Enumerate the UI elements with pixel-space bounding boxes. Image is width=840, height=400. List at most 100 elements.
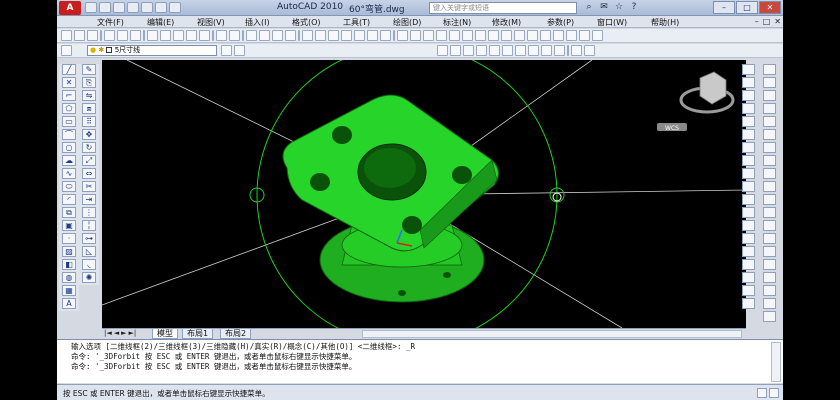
drawing-canvas[interactable]: WCS <box>102 60 746 328</box>
circle-icon[interactable]: ○ <box>62 142 76 153</box>
dim-help-icon[interactable] <box>554 45 565 56</box>
favorites-icon[interactable]: ☆ <box>613 2 625 13</box>
undo-icon[interactable] <box>216 30 227 41</box>
menu-parametric[interactable]: 参数(P) <box>547 17 574 28</box>
ne-isometric-icon[interactable] <box>742 90 755 101</box>
erase-icon[interactable]: ✎ <box>82 64 96 75</box>
explode-icon[interactable]: ✺ <box>82 272 96 283</box>
move-icon[interactable]: ✥ <box>82 129 96 140</box>
fly-icon[interactable] <box>763 116 776 127</box>
fillet-edge-icon[interactable] <box>763 194 776 205</box>
mtext-icon[interactable]: A <box>62 298 76 309</box>
layer-properties-icon[interactable] <box>61 45 72 56</box>
design-center-icon[interactable] <box>315 30 326 41</box>
save-file-icon[interactable] <box>87 30 98 41</box>
layer-previous-icon[interactable] <box>234 45 245 56</box>
union-icon[interactable] <box>763 129 776 140</box>
doc-close-button[interactable]: ✕ <box>774 17 781 26</box>
right-view-icon[interactable] <box>742 155 755 166</box>
sweep-icon[interactable] <box>742 298 755 309</box>
first-tab-icon[interactable]: |◄ <box>104 329 112 337</box>
walk-icon[interactable] <box>763 103 776 114</box>
doc-minimize-button[interactable]: – <box>755 17 759 26</box>
infocenter-search-input[interactable]: 键入关键字或短语 <box>429 2 577 14</box>
extrude-icon[interactable] <box>742 272 755 283</box>
arc-icon[interactable]: ⌒ <box>62 129 76 140</box>
top-view-icon[interactable] <box>742 116 755 127</box>
sw-isometric-icon[interactable] <box>742 64 755 75</box>
model-space-viewport[interactable]: WCS <box>102 60 746 328</box>
trim-icon[interactable]: ✂ <box>82 181 96 192</box>
help-icon[interactable] <box>380 30 391 41</box>
quickcalc-icon[interactable] <box>367 30 378 41</box>
wcs-label[interactable]: WCS <box>665 125 679 132</box>
qnew-icon[interactable] <box>61 30 72 41</box>
dim-ordinate-icon[interactable] <box>436 30 447 41</box>
help-icon[interactable]: ? <box>628 2 640 13</box>
tool-palettes-icon[interactable] <box>328 30 339 41</box>
tab-layout2[interactable]: 布局2 <box>220 329 252 339</box>
menu-insert[interactable]: 插入(I) <box>245 17 270 28</box>
back-view-icon[interactable] <box>742 181 755 192</box>
pan-icon[interactable] <box>246 30 257 41</box>
front-view-icon[interactable] <box>742 168 755 179</box>
table-icon[interactable]: ▦ <box>62 285 76 296</box>
join-icon[interactable]: ⊶ <box>82 233 96 244</box>
quick-dim-icon[interactable] <box>501 30 512 41</box>
subtract-icon[interactable] <box>763 142 776 153</box>
slice-icon[interactable] <box>763 168 776 179</box>
menu-window[interactable]: 窗口(W) <box>597 17 627 28</box>
close-button[interactable]: ✕ <box>759 1 781 14</box>
dim-jogline-icon[interactable] <box>515 45 526 56</box>
revcloud-icon[interactable]: ☁ <box>62 155 76 166</box>
free-orbit-icon[interactable] <box>763 77 776 88</box>
separate-icon[interactable] <box>763 246 776 257</box>
tab-layout1[interactable]: 布局1 <box>182 329 214 339</box>
point-icon[interactable]: · <box>62 233 76 244</box>
cut-icon[interactable] <box>147 30 158 41</box>
zoom-previous-icon[interactable] <box>285 30 296 41</box>
plot-icon[interactable] <box>155 2 167 13</box>
shell-icon[interactable] <box>763 220 776 231</box>
paste-icon[interactable] <box>173 30 184 41</box>
continuous-orbit-icon[interactable] <box>763 90 776 101</box>
last-tab-icon[interactable]: ►| <box>129 329 137 337</box>
save-icon[interactable] <box>113 2 125 13</box>
polygon-icon[interactable]: ⬠ <box>62 103 76 114</box>
se-isometric-icon[interactable] <box>742 77 755 88</box>
block-editor-icon[interactable] <box>199 30 210 41</box>
dim-update-icon[interactable] <box>463 45 474 56</box>
dim-reassociate-icon[interactable] <box>528 45 539 56</box>
dim-oblique-icon[interactable] <box>489 45 500 56</box>
horizontal-scrollbar[interactable] <box>362 330 742 338</box>
menu-view[interactable]: 视图(V) <box>197 17 225 28</box>
undo-icon[interactable] <box>127 2 139 13</box>
menu-tools[interactable]: 工具(T) <box>343 17 370 28</box>
properties-icon[interactable] <box>302 30 313 41</box>
center-mark-icon[interactable] <box>579 30 590 41</box>
hatch-icon[interactable]: ▨ <box>62 246 76 257</box>
box-icon[interactable] <box>742 194 755 205</box>
wedge-icon[interactable] <box>742 246 755 257</box>
rectangle-icon[interactable]: ▭ <box>62 116 76 127</box>
stretch-icon[interactable]: ⇔ <box>82 168 96 179</box>
extend-icon[interactable]: ⇥ <box>82 194 96 205</box>
dim-jogged-icon[interactable] <box>462 30 473 41</box>
command-scrollbar[interactable] <box>771 342 781 382</box>
offset-icon[interactable]: ⧈ <box>82 103 96 114</box>
magnet-icon[interactable] <box>571 45 582 56</box>
zoom-window-icon[interactable] <box>272 30 283 41</box>
section-plane-icon[interactable] <box>763 181 776 192</box>
next-tab-icon[interactable]: ► <box>121 329 126 337</box>
dim-text-edit-icon[interactable] <box>450 45 461 56</box>
communication-center-icon[interactable]: ✉ <box>598 2 610 13</box>
visual-style-3d-icon[interactable] <box>763 285 776 296</box>
menu-draw[interactable]: 绘图(D) <box>393 17 421 28</box>
dim-space-icon[interactable] <box>540 30 551 41</box>
menu-edit[interactable]: 编辑(E) <box>147 17 174 28</box>
menu-format[interactable]: 格式(O) <box>292 17 321 28</box>
redo-icon[interactable] <box>141 2 153 13</box>
open-icon[interactable] <box>99 2 111 13</box>
new-icon[interactable] <box>85 2 97 13</box>
realistic-style-icon[interactable] <box>763 311 776 322</box>
